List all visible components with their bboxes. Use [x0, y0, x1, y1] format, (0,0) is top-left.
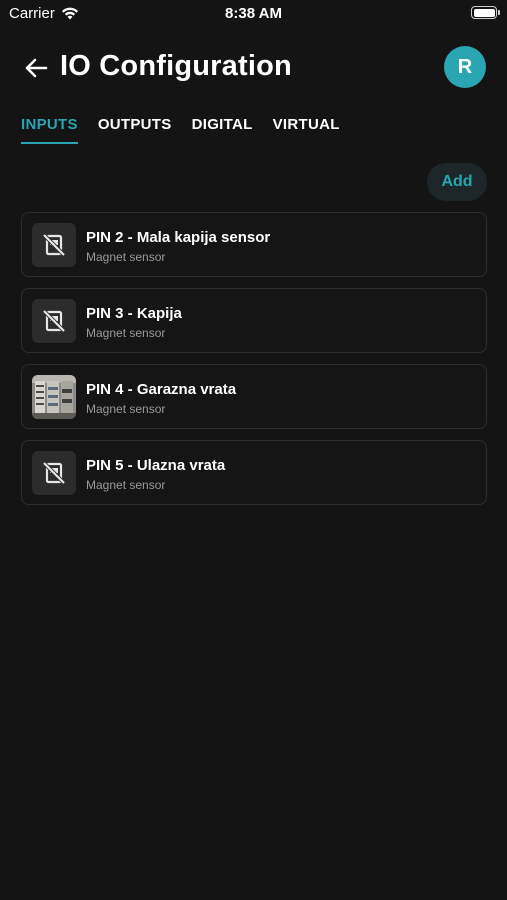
tab-outputs[interactable]: OUTPUTS — [98, 116, 172, 144]
page-title: IO Configuration — [60, 50, 292, 82]
battery-icon — [471, 6, 500, 19]
item-type: Magnet sensor — [86, 402, 166, 416]
item-name: PIN 3 - Kapija — [86, 305, 182, 322]
status-bar: Carrier 8:38 AM — [0, 0, 507, 30]
item-name: PIN 4 - Garazna vrata — [86, 381, 237, 398]
list-item[interactable]: PIN 5 - Ulazna vrata Magnet sensor — [21, 440, 487, 505]
item-type: Magnet sensor — [86, 478, 166, 492]
list-item[interactable]: PIN 2 - Mala kapija sensor Magnet sensor — [21, 212, 487, 277]
avatar[interactable]: R — [444, 46, 486, 88]
arrow-left-icon — [25, 58, 48, 78]
status-time: 8:38 AM — [225, 5, 282, 22]
tab-digital[interactable]: DIGITAL — [192, 116, 253, 144]
back-button[interactable] — [20, 54, 52, 82]
tab-inputs[interactable]: INPUTS — [21, 116, 78, 144]
no-image-icon — [32, 223, 76, 267]
list-item[interactable]: PIN 3 - Kapija Magnet sensor — [21, 288, 487, 353]
header: IO Configuration R — [0, 44, 507, 92]
list-item[interactable]: PIN 4 - Garazna vrata Magnet sensor — [21, 364, 487, 429]
no-image-icon — [32, 299, 76, 343]
add-button[interactable]: Add — [427, 163, 487, 201]
no-image-icon — [32, 451, 76, 495]
inputs-list: PIN 2 - Mala kapija sensor Magnet sensor… — [21, 212, 487, 516]
avatar-initial: R — [457, 55, 473, 78]
item-name: PIN 2 - Mala kapija sensor — [86, 229, 271, 246]
item-name: PIN 5 - Ulazna vrata — [86, 457, 226, 474]
tab-virtual[interactable]: VIRTUAL — [273, 116, 340, 144]
item-type: Magnet sensor — [86, 250, 166, 264]
item-type: Magnet sensor — [86, 326, 166, 340]
tab-bar: INPUTS OUTPUTS DIGITAL VIRTUAL — [21, 116, 340, 144]
item-photo — [32, 375, 76, 419]
